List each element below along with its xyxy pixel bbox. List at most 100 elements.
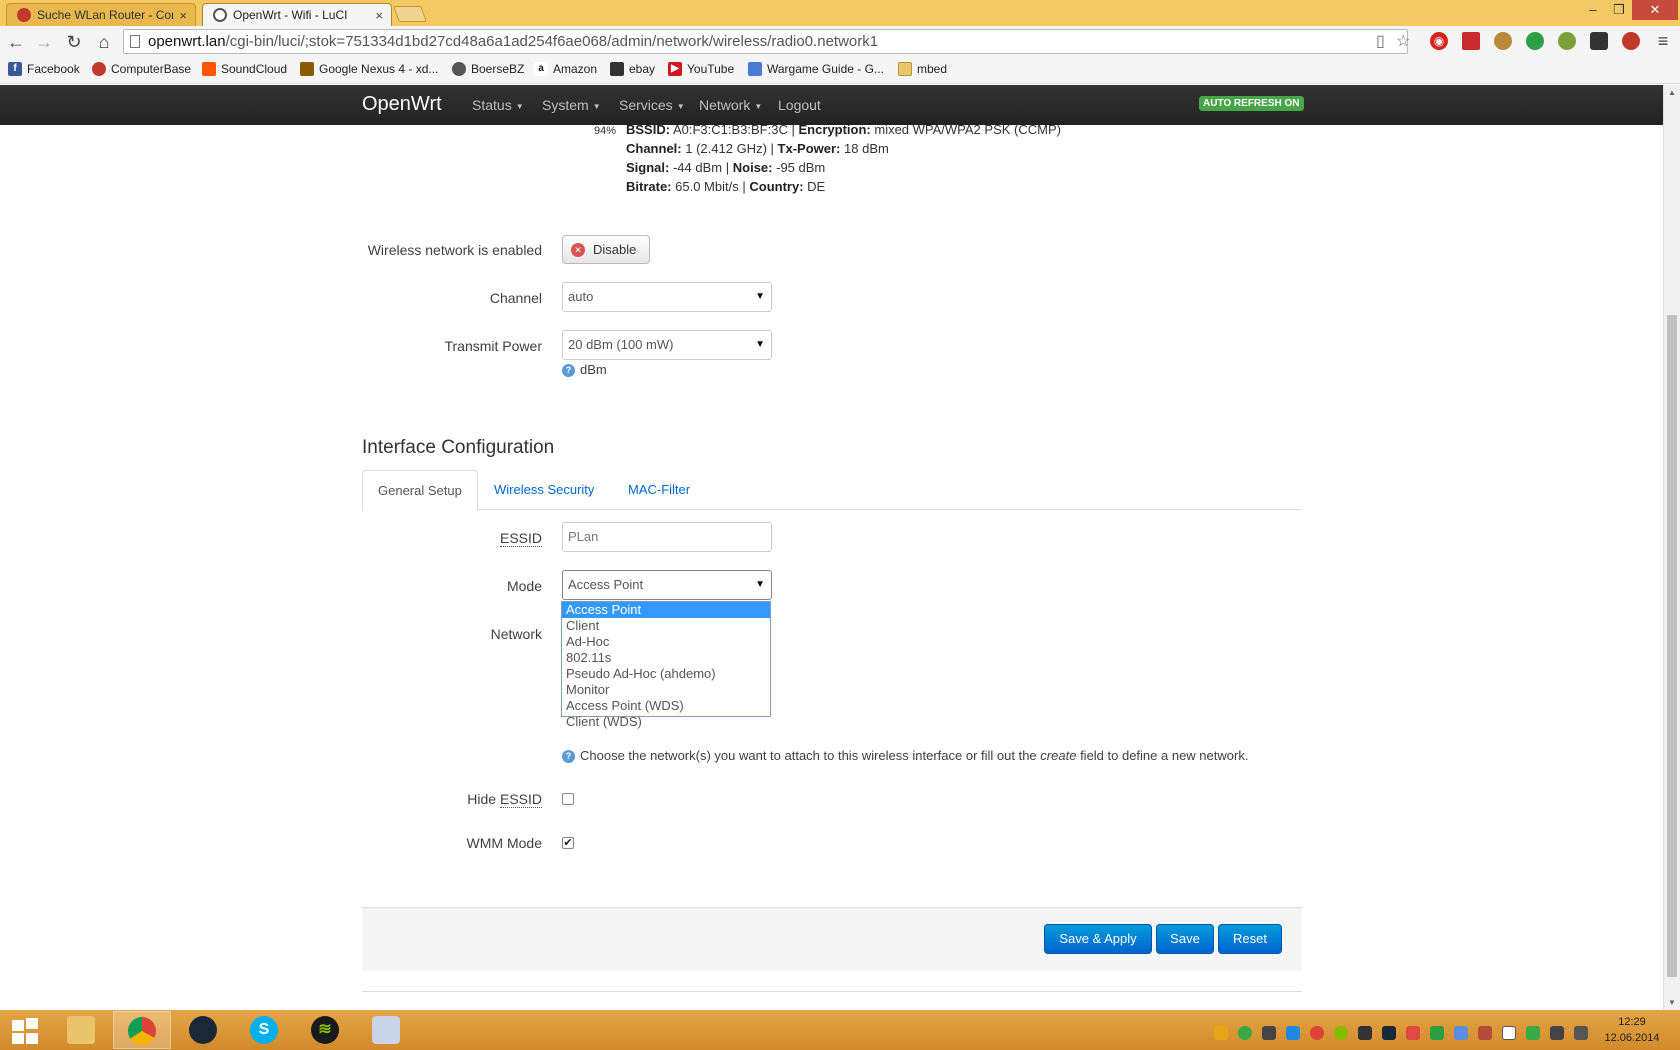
browser-titlebar: Suche WLan Router - Con × OpenWrt - Wifi… — [0, 0, 1680, 26]
volume-icon[interactable] — [1574, 1026, 1588, 1040]
tab-general-setup[interactable]: General Setup — [362, 470, 478, 511]
channel-select[interactable]: auto ▼ — [562, 282, 772, 312]
bookmark-xda[interactable]: Google Nexus 4 - xd... — [300, 62, 438, 76]
skype-icon[interactable]: S — [235, 1011, 293, 1049]
tray-icon[interactable] — [1454, 1026, 1468, 1040]
bookmark-boersebz[interactable]: BoerseBZ — [452, 62, 524, 76]
caret-down-icon: ▼ — [592, 101, 601, 111]
tray-icon[interactable] — [1478, 1026, 1492, 1040]
adblock-extension-icon[interactable]: ◉ — [1430, 32, 1448, 50]
bookmark-youtube[interactable]: ▶ YouTube — [668, 62, 734, 76]
bookmark-computerbase[interactable]: ComputerBase — [92, 62, 191, 76]
mode-option[interactable]: 802.11s — [562, 650, 770, 666]
auto-refresh-badge[interactable]: AUTO REFRESH ON — [1199, 96, 1304, 111]
mode-option[interactable]: Pseudo Ad-Hoc (ahdemo) — [562, 666, 770, 682]
tray-icon[interactable] — [1430, 1026, 1444, 1040]
tab-mac-filter[interactable]: MAC-Filter — [613, 470, 705, 510]
mode-option[interactable]: Client (WDS) — [562, 714, 770, 730]
tray-icon[interactable] — [1358, 1026, 1372, 1040]
scroll-down-icon[interactable]: ▼ — [1668, 998, 1676, 1007]
tray-icon[interactable] — [1238, 1026, 1252, 1040]
tray-icon[interactable] — [1214, 1026, 1228, 1040]
essid-input[interactable]: PLan — [562, 522, 772, 552]
save-apply-button[interactable]: Save & Apply — [1044, 924, 1152, 954]
cookie-extension-icon[interactable] — [1494, 32, 1512, 50]
bookmark-wargame-guide[interactable]: Wargame Guide - G... — [748, 62, 884, 76]
tray-icon[interactable] — [1526, 1026, 1540, 1040]
close-tab-icon[interactable]: × — [375, 8, 383, 23]
browser-tab-openwrt[interactable]: OpenWrt - Wifi - LuCI × — [202, 3, 392, 26]
bookmark-folder-mbed[interactable]: mbed — [898, 62, 947, 76]
paint-icon[interactable] — [357, 1011, 415, 1049]
browser-toolbar: ← → ↻ ⌂ openwrt.lan/cgi-bin/luci/;stok=7… — [0, 26, 1680, 58]
form-actions: Save & Apply Save Reset — [362, 907, 1302, 971]
reset-button[interactable]: Reset — [1218, 924, 1282, 954]
tray-icon[interactable] — [1382, 1026, 1396, 1040]
bookmark-extension-icon[interactable] — [1462, 32, 1480, 50]
signal-percent: 94% — [594, 125, 617, 137]
tray-icon[interactable] — [1310, 1026, 1324, 1040]
mode-option[interactable]: Monitor — [562, 682, 770, 698]
nav-services[interactable]: Services ▼ — [619, 97, 685, 113]
disable-button[interactable]: ✕ Disable — [562, 235, 650, 264]
steam-icon[interactable] — [174, 1011, 232, 1049]
mode-select[interactable]: Access Point ▼ — [562, 570, 772, 600]
mode-option[interactable]: Ad-Hoc — [562, 634, 770, 650]
dropdown-arrow-icon: ▼ — [755, 579, 765, 590]
bookmark-facebook[interactable]: f Facebook — [8, 62, 80, 76]
bookmark-star-icon[interactable]: ☆ — [1396, 31, 1410, 51]
boersebz-icon — [452, 62, 466, 76]
reader-mode-icon[interactable]: ▯ — [1376, 31, 1385, 51]
nav-network[interactable]: Network ▼ — [699, 97, 762, 113]
back-icon[interactable]: ← — [4, 30, 28, 54]
wmm-mode-checkbox[interactable]: ✔ — [562, 837, 574, 849]
menu-icon[interactable]: ≡ — [1654, 32, 1672, 50]
mode-option[interactable]: Access Point — [562, 602, 770, 618]
mode-option[interactable]: Client — [562, 618, 770, 634]
luci-favicon-icon — [213, 8, 227, 22]
hide-essid-checkbox[interactable] — [562, 793, 574, 805]
forward-icon[interactable]: → — [32, 30, 56, 54]
tray-icon[interactable] — [1334, 1026, 1348, 1040]
page-scrollbar[interactable]: ▲ ▼ — [1663, 85, 1680, 1010]
save-button[interactable]: Save — [1156, 924, 1214, 954]
balloon-extension-icon[interactable] — [1526, 32, 1544, 50]
nav-status[interactable]: Status ▼ — [472, 97, 524, 113]
restore-icon[interactable]: ❐ — [1604, 0, 1634, 20]
tray-icon[interactable] — [1262, 1026, 1276, 1040]
taskbar-clock[interactable]: 12:29 12.06.2014 — [1597, 1014, 1667, 1046]
file-explorer-icon[interactable] — [52, 1011, 110, 1049]
transmit-power-select[interactable]: 20 dBm (100 mW) ▼ — [562, 330, 772, 360]
browser-tab-search[interactable]: Suche WLan Router - Con × — [6, 3, 196, 26]
new-tab-button[interactable] — [393, 6, 427, 22]
basket-extension-icon[interactable] — [1558, 32, 1576, 50]
tab-wireless-security[interactable]: Wireless Security — [479, 470, 609, 510]
scroll-up-icon[interactable]: ▲ — [1668, 88, 1676, 97]
network-help: ? Choose the network(s) you want to attac… — [562, 748, 1248, 764]
brand-logo[interactable]: OpenWrt — [362, 93, 442, 116]
luci-topbar: OpenWrt Status ▼ System ▼ Services ▼ Networ… — [0, 85, 1663, 125]
windows-start-icon[interactable] — [4, 1014, 44, 1046]
address-bar[interactable]: openwrt.lan/cgi-bin/luci/;stok=751334d1b… — [123, 29, 1408, 54]
mode-option[interactable]: Access Point (WDS) — [562, 698, 770, 714]
flag-icon[interactable] — [1502, 1026, 1516, 1040]
gear-extension-icon[interactable] — [1622, 32, 1640, 50]
scrollbar-thumb[interactable] — [1667, 315, 1677, 977]
network-label: Network — [490, 626, 542, 642]
nav-logout[interactable]: Logout — [778, 97, 821, 113]
close-window-icon[interactable]: ✕ — [1632, 0, 1678, 20]
reload-icon[interactable]: ↻ — [62, 30, 86, 54]
network-icon[interactable] — [1550, 1026, 1564, 1040]
nav-system[interactable]: System ▼ — [542, 97, 601, 113]
enabled-label: Wireless network is enabled — [367, 242, 542, 258]
tray-icon[interactable] — [1406, 1026, 1420, 1040]
close-tab-icon[interactable]: × — [179, 8, 187, 23]
mask-extension-icon[interactable] — [1590, 32, 1608, 50]
spotify-icon[interactable]: ≋ — [296, 1011, 354, 1049]
bookmark-soundcloud[interactable]: SoundCloud — [202, 62, 287, 76]
bookmark-ebay[interactable]: ebay — [610, 62, 655, 76]
home-icon[interactable]: ⌂ — [92, 30, 116, 54]
chrome-icon[interactable] — [113, 1011, 171, 1049]
bookmark-amazon[interactable]: a Amazon — [534, 62, 597, 76]
tray-icon[interactable] — [1286, 1026, 1300, 1040]
